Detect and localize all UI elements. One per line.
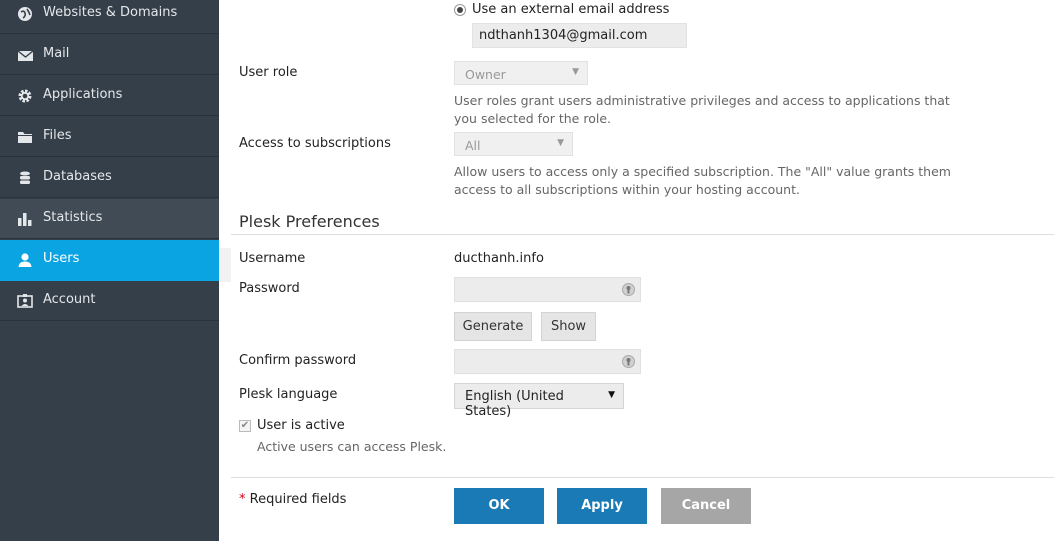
sidebar-item-label: Users — [43, 251, 80, 266]
generate-button[interactable]: Generate — [454, 312, 532, 341]
chevron-down-icon: ▼ — [557, 138, 564, 148]
required-star: * — [239, 492, 246, 507]
password-input[interactable] — [454, 277, 641, 302]
email-input[interactable]: ndthanh1304@gmail.com — [472, 23, 687, 48]
email-value: ndthanh1304@gmail.com — [479, 28, 648, 43]
plesk-language-value: English (United States) — [465, 389, 564, 419]
sidebar-item-websites-domains[interactable]: Websites & Domains — [0, 0, 219, 34]
confirm-password-input[interactable] — [454, 349, 641, 374]
ok-button[interactable]: OK — [454, 488, 544, 524]
envelope-icon — [17, 47, 35, 63]
password-label: Password — [239, 281, 300, 296]
password-strength-icon — [621, 354, 636, 369]
username-label: Username — [239, 251, 306, 266]
globe-icon — [17, 6, 35, 22]
sidebar-item-label: Files — [43, 128, 72, 143]
active-indicator — [219, 248, 231, 282]
required-fields-label: Required fields — [249, 492, 347, 507]
user-active-checkbox[interactable]: ✔ — [239, 420, 251, 432]
sidebar-item-label: Websites & Domains — [43, 5, 178, 20]
sidebar-item-users[interactable]: Users — [0, 240, 219, 281]
folder-icon — [17, 129, 35, 145]
sidebar-item-label: Account — [43, 292, 96, 307]
cancel-button[interactable]: Cancel — [661, 488, 751, 524]
sidebar: Websites & Domains Mail Applications Fil… — [0, 0, 219, 541]
user-role-value: Owner — [465, 67, 506, 82]
access-subscriptions-select[interactable]: All ▼ — [454, 132, 573, 156]
sidebar-item-account[interactable]: Account — [0, 281, 219, 321]
bar-chart-icon — [17, 211, 35, 227]
user-role-select[interactable]: Owner ▼ — [454, 61, 588, 85]
sidebar-item-label: Databases — [43, 169, 112, 184]
access-subscriptions-label: Access to subscriptions — [239, 136, 391, 151]
user-role-label: User role — [239, 65, 298, 80]
external-email-label: Use an external email address — [472, 2, 670, 17]
sidebar-item-files[interactable]: Files — [0, 117, 219, 157]
footer-divider — [231, 477, 1054, 478]
show-button[interactable]: Show — [541, 312, 596, 341]
confirm-password-label: Confirm password — [239, 353, 357, 368]
chevron-down-icon: ▼ — [572, 67, 579, 77]
required-fields-note: * Required fields — [239, 492, 346, 507]
password-strength-icon — [621, 282, 636, 297]
sidebar-item-label: Mail — [43, 46, 70, 61]
external-email-radio[interactable] — [454, 4, 466, 16]
radio-dot — [457, 7, 463, 13]
plesk-language-label: Plesk language — [239, 387, 338, 402]
user-active-hint: Active users can access Plesk. — [257, 439, 447, 454]
access-subscriptions-hint: Allow users to access only a specified s… — [454, 164, 951, 197]
id-card-icon — [17, 293, 35, 309]
sidebar-item-label: Statistics — [43, 210, 103, 225]
apply-button[interactable]: Apply — [557, 488, 647, 524]
gear-icon — [17, 88, 35, 104]
sidebar-item-databases[interactable]: Databases — [0, 158, 219, 198]
sidebar-item-applications[interactable]: Applications — [0, 76, 219, 116]
section-title: Plesk Preferences — [239, 212, 380, 231]
database-icon — [17, 170, 35, 186]
user-active-label: User is active — [257, 418, 345, 433]
sidebar-item-statistics[interactable]: Statistics — [0, 199, 219, 239]
username-value: ducthanh.info — [454, 251, 544, 266]
sidebar-item-mail[interactable]: Mail — [0, 35, 219, 75]
user-icon — [17, 252, 35, 268]
sidebar-item-label: Applications — [43, 87, 123, 102]
access-subscriptions-value: All — [465, 138, 481, 153]
section-divider — [231, 234, 1054, 235]
plesk-language-select[interactable]: English (United States) ▼ — [454, 383, 624, 419]
user-role-hint: User roles grant users administrative pr… — [454, 93, 950, 126]
chevron-down-icon: ▼ — [608, 390, 615, 400]
